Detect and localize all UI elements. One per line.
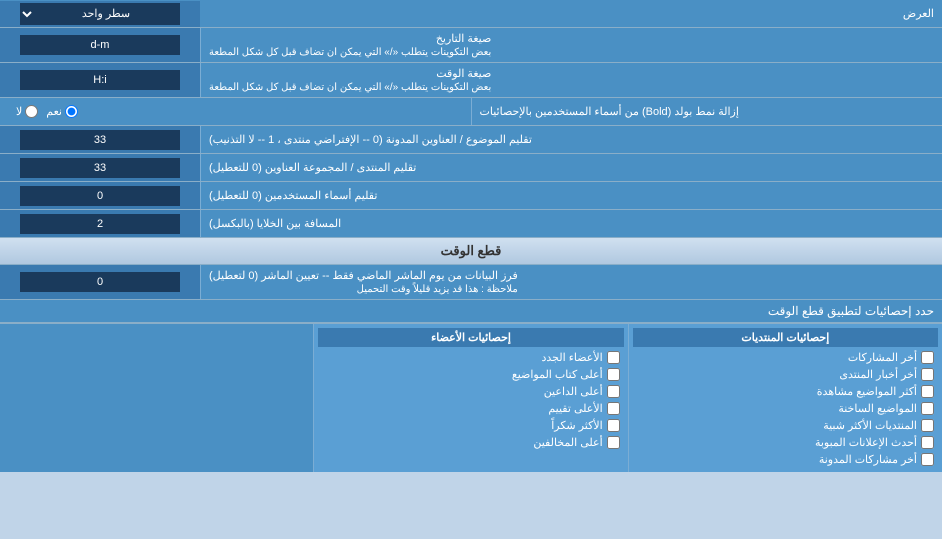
stats-item-new-members: الأعضاء الجدد xyxy=(318,349,623,366)
realtime-filter-input-wrapper xyxy=(0,265,200,299)
stats-col-forums: إحصائيات المنتديات أخر المشاركات أخر أخب… xyxy=(628,324,942,472)
forum-header-label: تقليم المنتدى / المجموعة العناوين (0 للت… xyxy=(200,154,942,181)
checkbox-top-violators[interactable] xyxy=(607,436,620,449)
topic-header-label: تقليم الموضوع / العناوين المدونة (0 -- ا… xyxy=(200,126,942,153)
forum-header-row: تقليم المنتدى / المجموعة العناوين (0 للت… xyxy=(0,154,942,182)
cell-spacing-label: المسافة بين الخلايا (بالبكسل) xyxy=(200,210,942,237)
date-format-input-wrapper xyxy=(0,28,200,62)
stats-item-blog-posts: أخر مشاركات المدونة xyxy=(633,451,938,468)
cell-spacing-input-wrapper xyxy=(0,210,200,237)
bold-remove-row: إزالة نمط بولد (Bold) من أسماء المستخدمي… xyxy=(0,98,942,126)
username-trim-input[interactable] xyxy=(20,186,180,206)
checkbox-forum-news[interactable] xyxy=(921,368,934,381)
realtime-filter-label: فرز البيانات من يوم الماشر الماضي فقط --… xyxy=(200,265,942,299)
stats-item-last-posts: أخر المشاركات xyxy=(633,349,938,366)
date-format-row: صيغة التاريخ بعض التكوينات يتطلب «/» الت… xyxy=(0,28,942,63)
username-trim-input-wrapper xyxy=(0,182,200,209)
realtime-filter-row: فرز البيانات من يوم الماشر الماضي فقط --… xyxy=(0,265,942,300)
display-mode-select-wrapper: سطر واحد سطرين ثلاثة أسطر xyxy=(0,1,200,27)
stats-col-forums-header: إحصائيات المنتديات xyxy=(633,328,938,347)
checkbox-hot-topics[interactable] xyxy=(921,402,934,415)
stats-item-top-rated: الأعلى تقييم xyxy=(318,400,623,417)
checkbox-top-posters[interactable] xyxy=(607,368,620,381)
checkbox-most-viewed[interactable] xyxy=(921,385,934,398)
stats-item-most-viewed: أكثر المواضيع مشاهدة xyxy=(633,383,938,400)
username-trim-label: تقليم أسماء المستخدمين (0 للتعطيل) xyxy=(200,182,942,209)
time-format-input-wrapper xyxy=(0,63,200,97)
forum-header-input[interactable] xyxy=(20,158,180,178)
radio-no[interactable] xyxy=(25,105,38,118)
display-mode-select[interactable]: سطر واحد سطرين ثلاثة أسطر xyxy=(20,3,180,25)
time-format-label: صيغة الوقت بعض التكوينات يتطلب «/» التي … xyxy=(200,63,942,97)
realtime-section-header: قطع الوقت xyxy=(0,238,942,265)
topic-header-input[interactable] xyxy=(20,130,180,150)
checkbox-top-rated[interactable] xyxy=(607,402,620,415)
bold-remove-radio-wrapper: نعم لا xyxy=(0,98,471,125)
date-format-label: صيغة التاريخ بعض التكوينات يتطلب «/» الت… xyxy=(200,28,942,62)
stats-col-members-header: إحصائيات الأعضاء xyxy=(318,328,623,347)
realtime-filter-input[interactable] xyxy=(20,272,180,292)
stats-item-top-posters: أعلى كتاب المواضيع xyxy=(318,366,623,383)
bold-remove-label: إزالة نمط بولد (Bold) من أسماء المستخدمي… xyxy=(471,98,942,125)
checkbox-classifieds[interactable] xyxy=(921,436,934,449)
stats-item-classifieds: أحدث الإعلانات المبوبة xyxy=(633,434,938,451)
checkbox-similar-forums[interactable] xyxy=(921,419,934,432)
time-format-row: صيغة الوقت بعض التكوينات يتطلب «/» التي … xyxy=(0,63,942,98)
stats-col-empty xyxy=(0,324,313,472)
stats-item-most-thanked: الأكثر شكراً xyxy=(318,417,623,434)
checkbox-new-members[interactable] xyxy=(607,351,620,364)
stats-label: حدد إحصائيات لتطبيق قطع الوقت xyxy=(0,300,942,323)
topic-header-input-wrapper xyxy=(0,126,200,153)
username-trim-row: تقليم أسماء المستخدمين (0 للتعطيل) xyxy=(0,182,942,210)
time-format-input[interactable] xyxy=(20,70,180,90)
display-mode-label: العرض xyxy=(200,3,942,24)
main-container: العرض سطر واحد سطرين ثلاثة أسطر صيغة الت… xyxy=(0,0,942,472)
display-mode-row: العرض سطر واحد سطرين ثلاثة أسطر xyxy=(0,0,942,28)
bold-radio-group: نعم لا xyxy=(8,105,86,118)
cell-spacing-input[interactable] xyxy=(20,214,180,234)
radio-no-label[interactable]: لا xyxy=(16,105,38,118)
topic-header-row: تقليم الموضوع / العناوين المدونة (0 -- ا… xyxy=(0,126,942,154)
stats-item-hot-topics: المواضيع الساخنة xyxy=(633,400,938,417)
checkbox-blog-posts[interactable] xyxy=(921,453,934,466)
stats-item-similar-forums: المنتديات الأكثر شبية xyxy=(633,417,938,434)
stats-grid: إحصائيات المنتديات أخر المشاركات أخر أخب… xyxy=(0,323,942,472)
cell-spacing-row: المسافة بين الخلايا (بالبكسل) xyxy=(0,210,942,238)
stats-item-top-inviters: أعلى الداعين xyxy=(318,383,623,400)
radio-yes[interactable] xyxy=(65,105,78,118)
checkbox-most-thanked[interactable] xyxy=(607,419,620,432)
date-format-input[interactable] xyxy=(20,35,180,55)
forum-header-input-wrapper xyxy=(0,154,200,181)
stats-item-top-violators: أعلى المخالفين xyxy=(318,434,623,451)
checkbox-last-posts[interactable] xyxy=(921,351,934,364)
checkbox-top-inviters[interactable] xyxy=(607,385,620,398)
radio-yes-label[interactable]: نعم xyxy=(46,105,78,118)
stats-col-members: إحصائيات الأعضاء الأعضاء الجدد أعلى كتاب… xyxy=(313,324,627,472)
stats-item-forum-news: أخر أخبار المنتدى xyxy=(633,366,938,383)
